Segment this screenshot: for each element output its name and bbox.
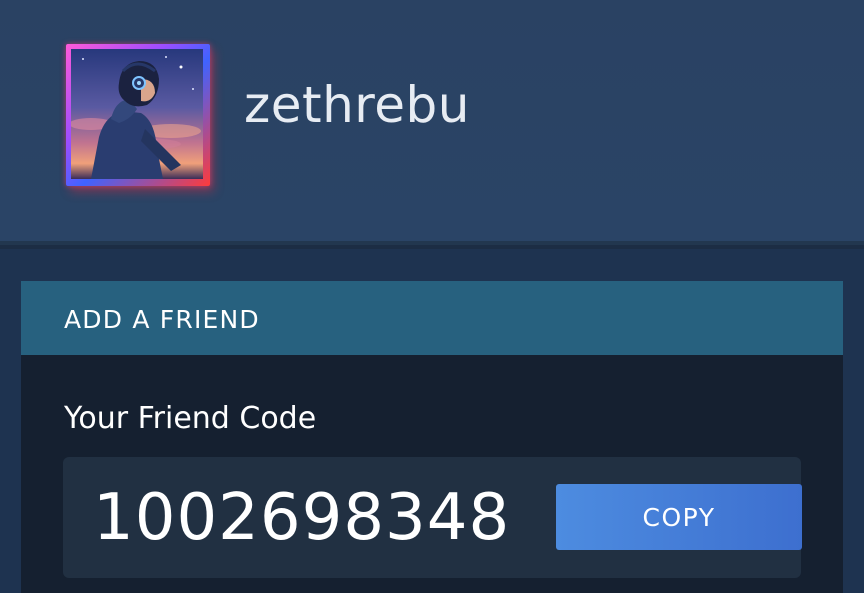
friend-code-label: Your Friend Code (64, 401, 317, 436)
avatar-frame[interactable] (66, 44, 210, 186)
username: zethrebu (244, 76, 470, 134)
friend-code-value[interactable]: 1002698348 (93, 479, 510, 557)
copy-button-label: COPY (642, 502, 716, 532)
add-friend-header: ADD A FRIEND (21, 281, 843, 355)
copy-button[interactable]: COPY (556, 484, 802, 550)
add-friend-title: ADD A FRIEND (64, 305, 260, 334)
avatar-image (71, 49, 203, 179)
profile-header: zethrebu (0, 0, 864, 245)
add-friend-card: ADD A FRIEND Your Friend Code 1002698348… (21, 281, 843, 593)
friend-code-box: 1002698348 COPY (63, 457, 802, 578)
avatar[interactable] (71, 49, 203, 179)
